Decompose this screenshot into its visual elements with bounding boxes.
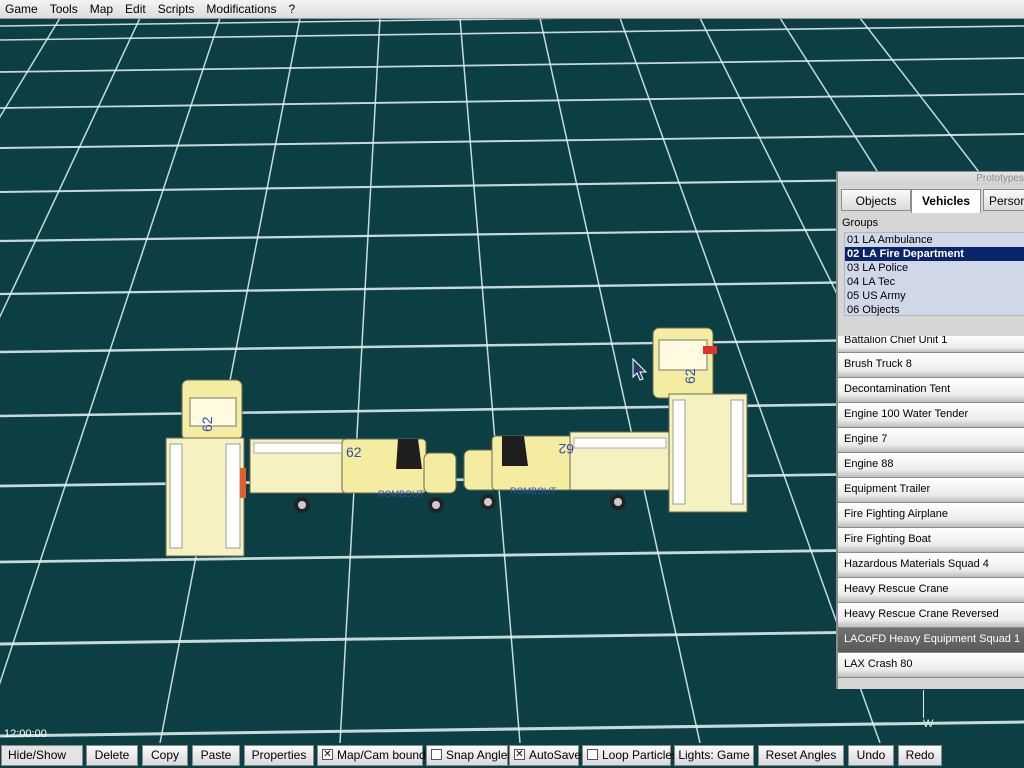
delete-button[interactable]: Delete xyxy=(86,745,138,766)
tab-persons[interactable]: Person xyxy=(983,189,1024,211)
vehicle-prototype-item[interactable]: Heavy Rescue Crane xyxy=(838,578,1024,603)
snap-angles-checkbox[interactable]: Snap Angles xyxy=(426,745,513,766)
menu-item-modifications[interactable]: Modifications xyxy=(200,0,282,18)
vehicle-prototype-item[interactable]: Equipment Trailer xyxy=(838,478,1024,503)
checkbox-icon xyxy=(431,749,442,761)
loop-particles-checkbox[interactable]: Loop Particles xyxy=(582,745,678,766)
mouse-cursor-icon xyxy=(632,358,648,381)
grid-line xyxy=(0,18,641,27)
menu-item-game[interactable]: Game xyxy=(0,0,44,18)
compass-needle xyxy=(923,690,924,718)
group-item[interactable]: 04 LA Tec xyxy=(845,275,1024,289)
vehicle-prototype-item[interactable]: Engine 100 Water Tender xyxy=(838,403,1024,428)
group-item[interactable]: 01 LA Ambulance xyxy=(845,233,1024,247)
vehicle-prototype-item[interactable]: LACoFD Heavy Equipment Squad 1 xyxy=(838,628,1024,653)
grid-line xyxy=(0,133,1024,149)
vehicle-prototype-item[interactable]: Engine 88 xyxy=(838,453,1024,478)
grid-line xyxy=(0,18,141,319)
checkbox-icon: ✕ xyxy=(322,749,333,761)
compass-direction: W xyxy=(923,718,934,730)
redo-button[interactable]: Redo xyxy=(898,745,942,766)
checkbox-icon xyxy=(587,749,598,761)
autosave-label: AutoSave xyxy=(529,748,582,762)
hide-show-button[interactable]: Hide/Show xyxy=(1,745,83,766)
vehicle-brand-text: ROMBOUT xyxy=(510,486,557,496)
paste-button[interactable]: Paste xyxy=(192,745,240,766)
copy-button[interactable]: Copy xyxy=(142,745,188,766)
vehicle-prototype-item[interactable]: Engine 7 xyxy=(838,428,1024,453)
game-time: 12:00:00 xyxy=(4,728,47,740)
grid-line xyxy=(0,57,1024,73)
group-item[interactable]: 06 Objects xyxy=(845,303,1024,317)
compass: W xyxy=(922,690,942,732)
reset-angles-button[interactable]: Reset Angles xyxy=(758,745,844,766)
vehicle-brand-text: ROMBOUT xyxy=(378,489,425,499)
vehicle-right-vertical[interactable]: 62 xyxy=(645,324,755,519)
vehicle-left-horizontal[interactable]: 62 ROMBOUT xyxy=(246,413,461,513)
vehicle-prototype-list: Battalion Chief Unit 1 Brush Truck 8 Decon… xyxy=(838,336,1024,678)
loop-particles-label: Loop Particles xyxy=(602,748,679,762)
grid-line xyxy=(459,18,521,743)
grid-line xyxy=(339,18,381,743)
vehicle-unit-number: 62 xyxy=(558,441,574,457)
groups-label: Groups xyxy=(842,217,879,229)
tab-objects[interactable]: Objects xyxy=(841,189,911,211)
vehicle-prototype-item[interactable]: Fire Fighting Airplane xyxy=(838,503,1024,528)
prototypes-tabs: Objects Vehicles Person xyxy=(838,185,1024,215)
menu-item-help[interactable]: ? xyxy=(282,0,301,18)
menu-item-scripts[interactable]: Scripts xyxy=(152,0,201,18)
group-item[interactable]: 03 LA Police xyxy=(845,261,1024,275)
vehicle-prototype-item[interactable]: LAX Crash 80 xyxy=(838,653,1024,678)
bottom-toolbar: Hide/Show Delete Copy Paste Properties ✕… xyxy=(0,743,1024,768)
grid-line xyxy=(0,93,1024,109)
group-item[interactable]: 02 LA Fire Department xyxy=(845,247,1024,261)
grid-line xyxy=(0,720,1024,738)
autosave-checkbox[interactable]: ✕ AutoSave xyxy=(509,745,582,766)
properties-button[interactable]: Properties xyxy=(244,745,314,766)
checkbox-icon: ✕ xyxy=(514,749,525,761)
prototypes-panel: Prototypes Objects Vehicles Person Group… xyxy=(836,171,1024,689)
groups-list: 01 LA Ambulance 02 LA Fire Department 03 L… xyxy=(844,232,1024,316)
vehicle-prototype-item[interactable]: Battalion Chief Unit 1 xyxy=(838,336,1024,353)
map-cam-bounds-label: Map/Cam bounds xyxy=(337,748,432,762)
menu-item-tools[interactable]: Tools xyxy=(44,0,84,18)
grid-line xyxy=(0,25,1024,41)
vehicle-unit-number: 62 xyxy=(346,444,362,460)
vehicle-unit-number: 62 xyxy=(199,416,215,432)
group-item[interactable]: 05 US Army xyxy=(845,289,1024,303)
vehicle-prototype-item[interactable]: Fire Fighting Boat xyxy=(838,528,1024,553)
menu-item-edit[interactable]: Edit xyxy=(119,0,152,18)
menu-item-map[interactable]: Map xyxy=(84,0,119,18)
tab-vehicles[interactable]: Vehicles xyxy=(911,189,981,213)
vehicle-prototype-item[interactable]: Brush Truck 8 xyxy=(838,353,1024,378)
undo-button[interactable]: Undo xyxy=(848,745,894,766)
vehicle-unit-number: 62 xyxy=(682,368,698,384)
vehicle-prototype-item[interactable]: Decontamination Tent xyxy=(838,378,1024,403)
vehicle-prototype-item[interactable]: Heavy Rescue Crane Reversed xyxy=(838,603,1024,628)
snap-angles-label: Snap Angles xyxy=(446,748,514,762)
vehicle-prototype-item[interactable]: Hazardous Materials Squad 4 xyxy=(838,553,1024,578)
vehicle-left-vertical[interactable]: 62 xyxy=(160,358,260,563)
map-cam-bounds-checkbox[interactable]: ✕ Map/Cam bounds xyxy=(317,745,432,766)
menu-bar: Game Tools Map Edit Scripts Modifications? xyxy=(0,0,1024,19)
grid-line xyxy=(0,18,61,119)
prototypes-title: Prototypes xyxy=(838,172,1024,185)
lights-button[interactable]: Lights: Game xyxy=(674,745,754,766)
